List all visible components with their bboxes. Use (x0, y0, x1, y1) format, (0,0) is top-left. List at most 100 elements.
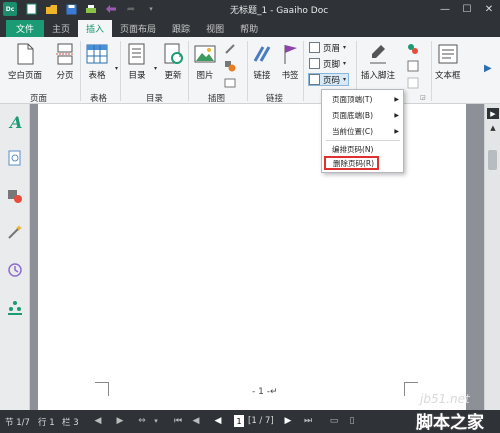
blank-page-button[interactable]: 空白页面 (8, 43, 42, 81)
print-icon[interactable] (83, 2, 99, 16)
shapes-icon[interactable] (222, 58, 238, 74)
tab-home[interactable]: 主页 (44, 20, 78, 37)
window-title: 无标题_1 - Gaaiho Doc (230, 6, 329, 16)
bookmark-label: 书签 (281, 71, 299, 81)
table-icon (86, 43, 108, 65)
toc-icon (126, 43, 148, 65)
fit-width-icon[interactable]: ⇔ (136, 415, 148, 427)
menu-item-remove-page-numbers-label: 删除页码(R) (333, 158, 375, 168)
menu-item-format-page-numbers[interactable]: 编排页码(N) (322, 142, 403, 156)
tab-insert[interactable]: 插入 (78, 20, 113, 37)
insert-footnote-label: 插入脚注 (361, 71, 396, 81)
page-break-label: 分页 (56, 71, 74, 81)
ribbon: 空白页面 分页 表格 ▾ 目录 ▾ 更新 图片 链接 书签 页眉 ▾ 页脚 ▾ … (0, 37, 500, 104)
first-page-icon[interactable]: ⏮ (172, 415, 184, 427)
app-logo: Dc (3, 2, 17, 16)
next-section-icon[interactable]: ▶ (114, 415, 126, 427)
menu-item-remove-page-numbers[interactable]: 删除页码(R) (324, 156, 379, 170)
two-page-view-icon[interactable]: ▯ (346, 415, 358, 427)
menu-separator (326, 140, 400, 141)
quick-access-dropdown-icon[interactable]: ▾ (143, 2, 159, 16)
picture-button[interactable]: 图片 (194, 43, 216, 81)
window-controls: — ☐ ✕ (434, 0, 500, 18)
page-number-icon (309, 74, 320, 85)
ruler-toggle-icon[interactable]: ▶ (487, 108, 499, 119)
menu-tabs: 文件 主页 插入 页面布局 跟踪 视图 帮助 (0, 18, 500, 37)
shape-tool-icon[interactable] (7, 188, 23, 204)
group-separator (188, 41, 189, 101)
menu-item-current-position-label: 当前位置(C) (332, 126, 374, 136)
table-button[interactable]: 表格 (86, 43, 108, 81)
maximize-icon[interactable]: ☐ (456, 0, 478, 18)
page-number-button[interactable]: 页码 ▾ (308, 73, 350, 86)
left-sidebar: A (0, 104, 30, 410)
object-icon[interactable] (405, 75, 421, 91)
insert-footnote-button[interactable]: 插入脚注 (361, 43, 395, 81)
last-page-icon[interactable]: ⏭ (302, 415, 314, 427)
clip-art-icon[interactable] (222, 41, 238, 57)
fit-dropdown-icon[interactable]: ▾ (150, 415, 162, 427)
ribbon-scroll-right-icon[interactable]: ▶ (484, 63, 492, 74)
bookmark-button[interactable]: 书签 (279, 43, 301, 81)
formula-icon[interactable] (405, 41, 421, 57)
update-toc-button[interactable]: 更新 (162, 43, 184, 81)
magic-wand-icon[interactable] (7, 224, 23, 240)
previous-section-icon[interactable]: ◀ (92, 415, 104, 427)
symbol-icon[interactable] (405, 58, 421, 74)
group-label-table: 表格 (90, 94, 108, 104)
section-indicator: 节 1/7 (5, 418, 30, 428)
text-box-icon (437, 43, 459, 65)
structure-tree-icon[interactable] (7, 300, 23, 316)
table-dropdown-icon[interactable]: ▾ (115, 65, 118, 72)
history-icon[interactable] (7, 262, 23, 278)
tab-file[interactable]: 文件 (6, 20, 44, 37)
scroll-up-icon[interactable]: ▲ (487, 122, 499, 133)
tab-page-layout[interactable]: 页面布局 (112, 20, 164, 37)
footnote-icon (367, 43, 389, 65)
page-up-icon[interactable]: ◀ (212, 415, 224, 427)
screenshot-icon[interactable] (222, 75, 238, 91)
footer-button[interactable]: 页脚 ▾ (309, 57, 346, 70)
redo-icon[interactable]: ➦ (123, 2, 139, 16)
menu-item-current-position[interactable]: 当前位置(C) ▶ (322, 124, 403, 138)
menu-item-page-top-label: 页面顶端(T) (332, 94, 373, 104)
link-button[interactable]: 链接 (251, 43, 273, 81)
header-label: 页眉 (323, 43, 341, 54)
link-icon (251, 43, 273, 65)
open-folder-icon[interactable] (43, 2, 59, 16)
current-page-input[interactable]: 1 (234, 415, 244, 427)
text-box-button[interactable]: 文本框 (435, 43, 461, 81)
page-number-dropdown-menu: 页面顶端(T) ▶ 页面底端(B) ▶ 当前位置(C) ▶ 编排页码(N) 删除… (321, 89, 404, 173)
undo-icon[interactable] (103, 2, 119, 16)
new-doc-icon[interactable] (23, 2, 39, 16)
tab-view[interactable]: 视图 (198, 20, 232, 37)
close-icon[interactable]: ✕ (478, 0, 500, 18)
table-label: 表格 (88, 71, 106, 81)
group-label-toc: 目录 (146, 94, 164, 104)
scroll-thumb[interactable] (488, 150, 497, 170)
previous-page-icon[interactable]: ◀ (190, 415, 202, 427)
vertical-scrollbar[interactable]: ▶ ▲ (484, 104, 500, 410)
page-number-dropdown-icon: ▾ (343, 76, 347, 83)
toc-button[interactable]: 目录 (126, 43, 148, 81)
page-break-button[interactable]: 分页 (54, 43, 76, 81)
header-dropdown-icon: ▾ (343, 44, 347, 51)
text-style-icon[interactable]: A (7, 114, 23, 130)
tab-track[interactable]: 跟踪 (164, 20, 198, 37)
menu-item-page-bottom[interactable]: 页面底端(B) ▶ (322, 108, 403, 122)
header-button[interactable]: 页眉 ▾ (309, 41, 346, 54)
single-page-view-icon[interactable]: ▭ (328, 415, 340, 427)
page-down-icon[interactable]: ▶ (282, 415, 294, 427)
group-label-page: 页面 (30, 94, 48, 104)
save-icon[interactable] (63, 2, 79, 16)
search-page-icon[interactable] (7, 150, 23, 166)
tab-help[interactable]: 帮助 (232, 20, 266, 37)
group-separator (431, 41, 432, 101)
document-area[interactable]: - 1 -↵ (30, 104, 484, 410)
group-expand-icon[interactable]: ◲ (420, 94, 426, 101)
minimize-icon[interactable]: — (434, 0, 456, 18)
toc-dropdown-icon[interactable]: ▾ (154, 65, 157, 72)
menu-item-page-top[interactable]: 页面顶端(T) ▶ (322, 92, 403, 106)
footer-label: 页脚 (323, 59, 341, 70)
footer-icon (309, 58, 320, 69)
